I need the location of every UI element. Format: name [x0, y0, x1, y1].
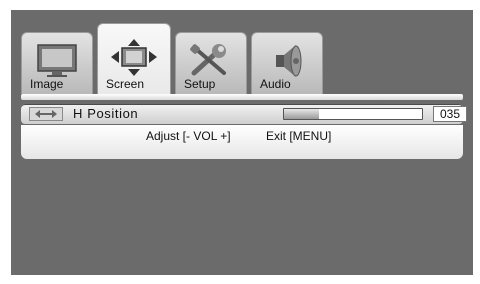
screen-position-icon — [111, 39, 157, 76]
horizontal-arrows-icon — [29, 107, 63, 121]
tab-image-label: Image — [30, 77, 64, 91]
osd-screen: Image Screen Setup Audio H Position 035 … — [11, 10, 473, 275]
tab-setup[interactable]: Setup — [175, 32, 247, 94]
tab-setup-label: Setup — [184, 77, 216, 91]
monitor-icon — [37, 44, 77, 77]
exit-hint: Exit [MENU] — [266, 129, 332, 143]
h-position-slider[interactable] — [283, 108, 423, 120]
help-bar: Adjust [- VOL +] Exit [MENU] — [21, 125, 463, 159]
setting-label: H Position — [73, 106, 139, 121]
slider-fill — [284, 109, 319, 119]
adjust-hint: Adjust [- VOL +] — [146, 129, 231, 143]
tab-divider-bar — [21, 94, 463, 100]
tab-image[interactable]: Image — [21, 32, 93, 94]
setting-value: 035 — [433, 106, 467, 122]
tab-screen-label: Screen — [106, 77, 145, 91]
tab-audio-label: Audio — [260, 77, 291, 91]
tab-screen[interactable]: Screen — [97, 23, 171, 94]
speaker-icon — [276, 45, 302, 77]
setting-row-h-position[interactable]: H Position 035 — [21, 104, 467, 124]
tab-audio[interactable]: Audio — [251, 32, 323, 94]
wrench-screwdriver-icon — [190, 44, 226, 76]
